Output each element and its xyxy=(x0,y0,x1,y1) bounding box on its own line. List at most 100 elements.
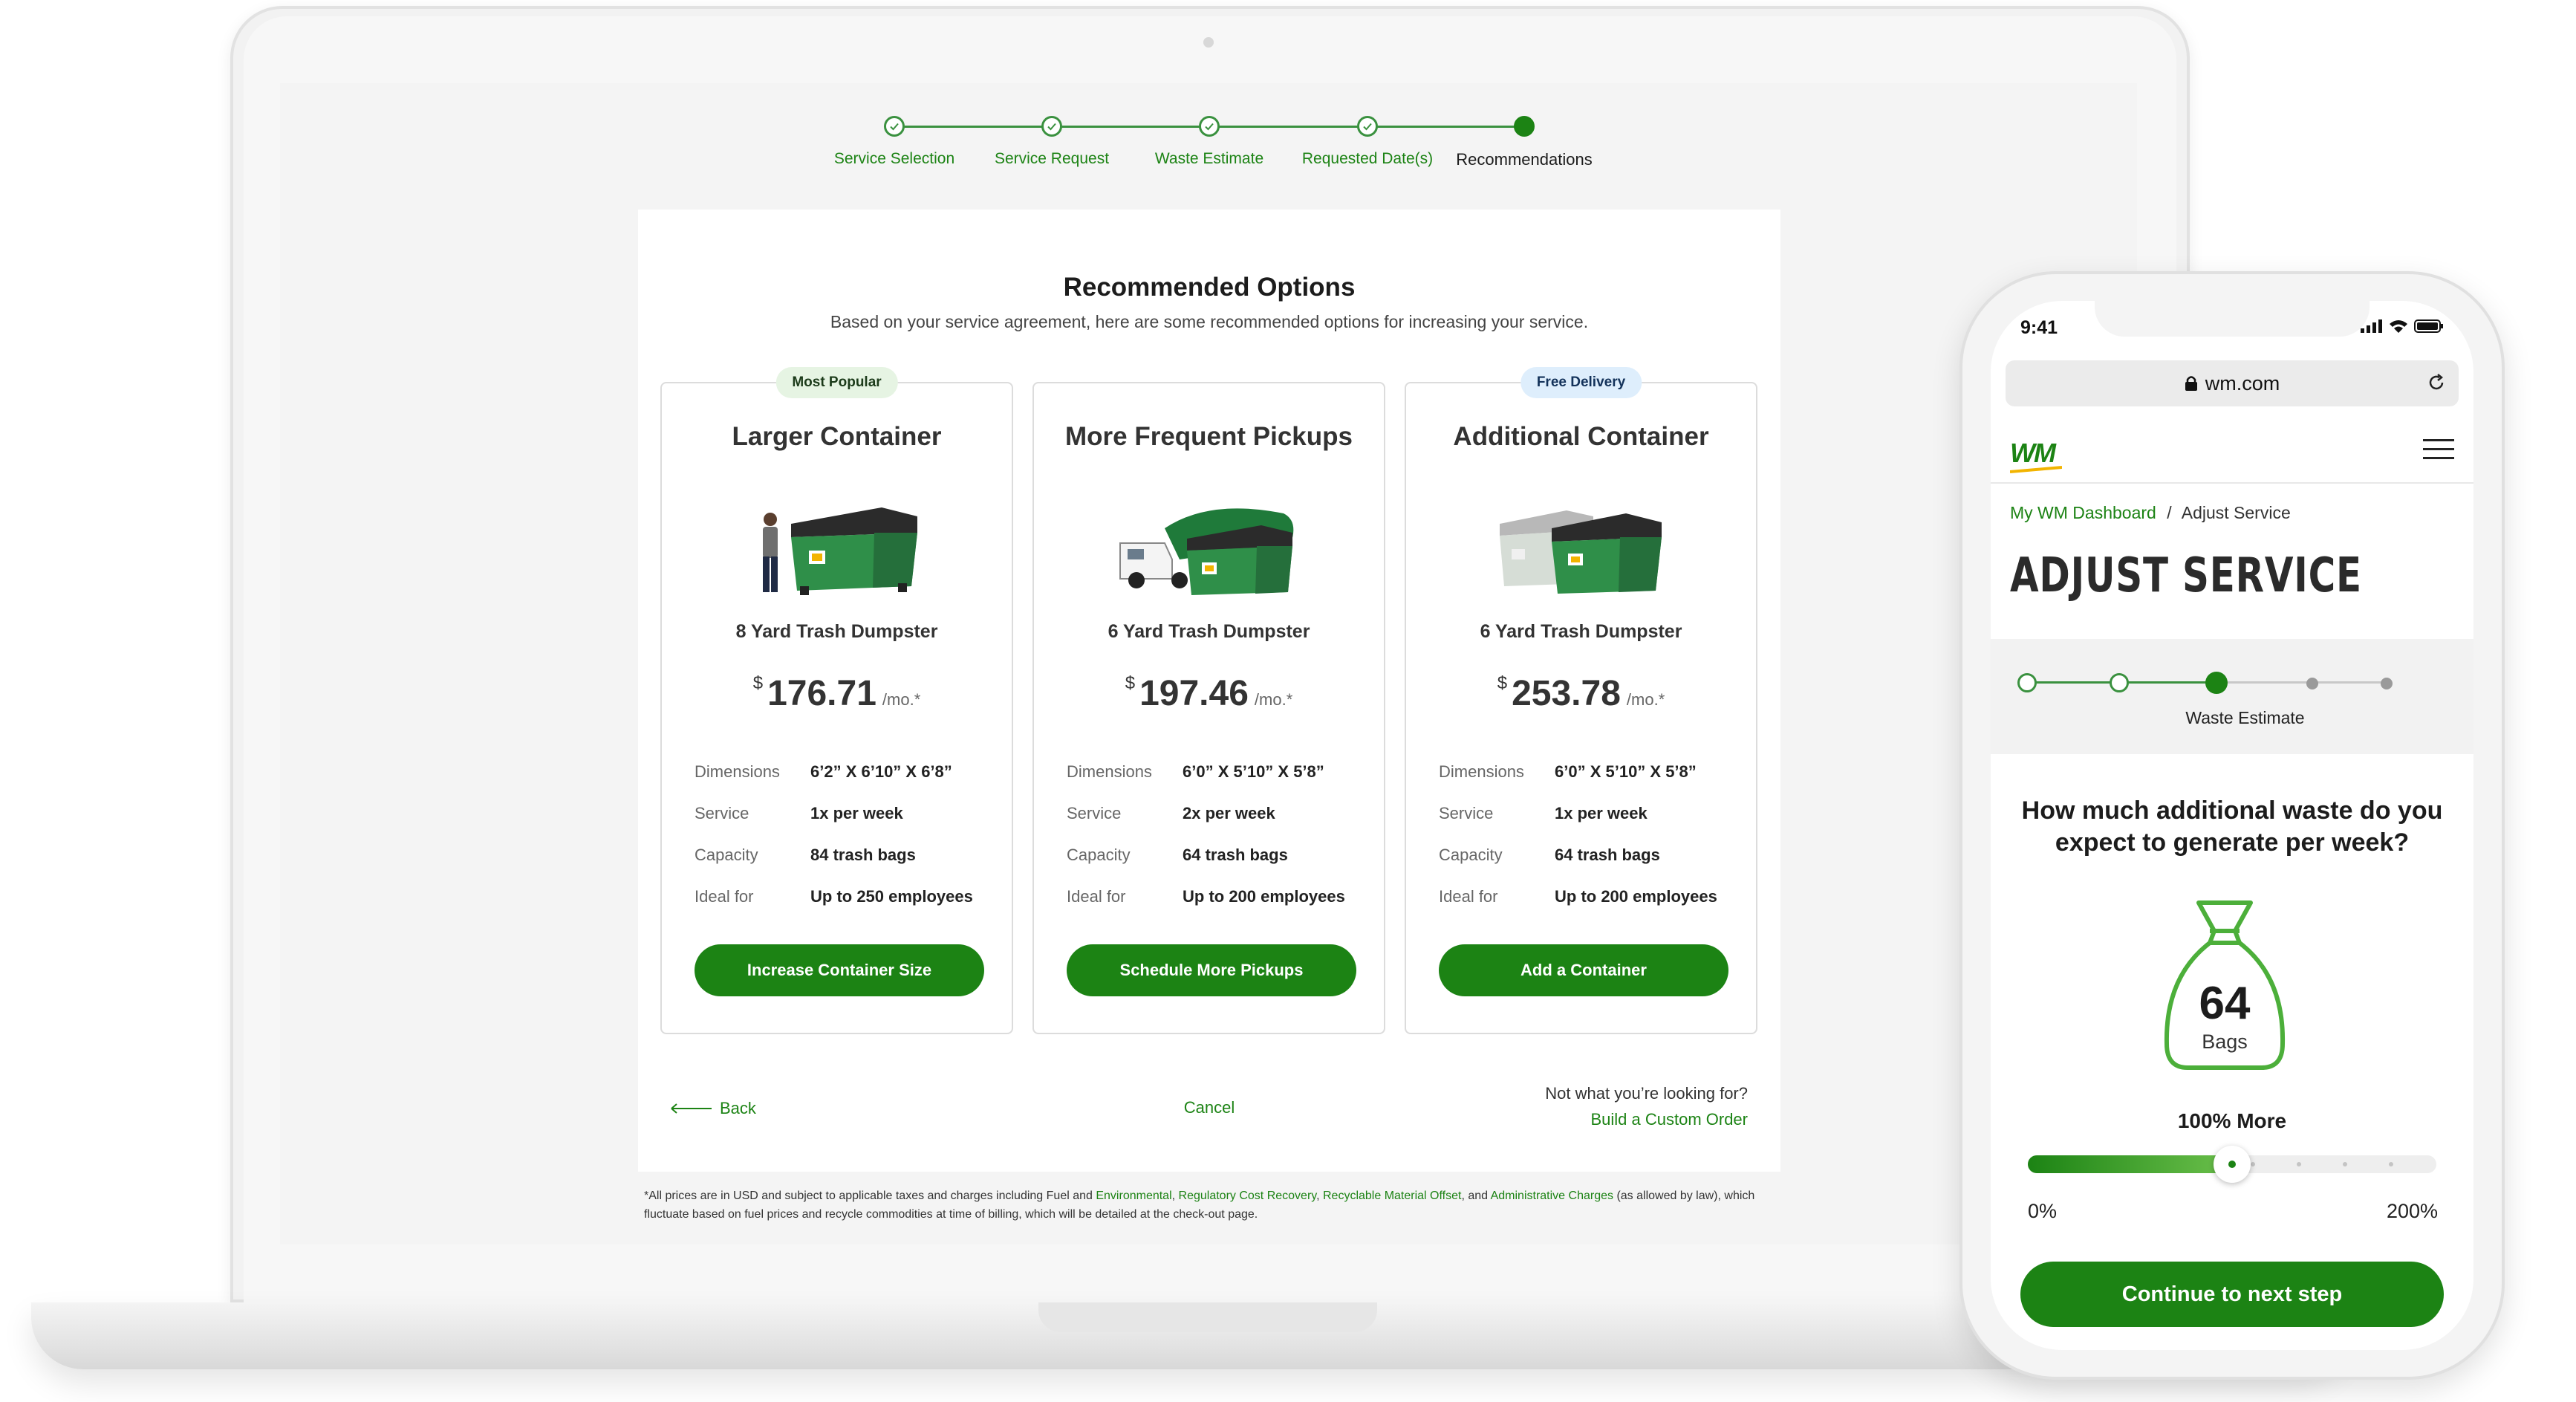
option-title: Larger Container xyxy=(732,422,942,451)
waste-question: How much additional waste do you expect … xyxy=(2021,796,2443,857)
mobile-stepper: Waste Estimate xyxy=(1991,639,2473,754)
spec-row: Dimensions 6’2” X 6’10” X 6’8” xyxy=(695,751,992,793)
dumpster-with-person-icon xyxy=(762,507,917,595)
breadcrumb-dashboard-link[interactable]: My WM Dashboard xyxy=(2010,503,2156,522)
address-bar[interactable]: wm.com xyxy=(2006,360,2459,406)
logo-swoosh-icon xyxy=(2010,466,2062,473)
spec-key: Dimensions xyxy=(1067,762,1152,781)
continue-button[interactable]: Continue to next step xyxy=(2020,1262,2444,1327)
logo-w: W xyxy=(2010,438,2035,468)
breadcrumb: My WM Dashboard / Adjust Service xyxy=(2010,503,2291,523)
spec-value: 84 trash bags xyxy=(810,846,916,864)
laptop-camera xyxy=(1203,37,1214,48)
step-complete-icon xyxy=(884,116,905,137)
spec-table: Dimensions 6’2” X 6’10” X 6’8” Service 1x … xyxy=(695,751,992,918)
spec-row: Service 1x per week xyxy=(695,793,992,834)
price-amount: 176.71 xyxy=(767,674,876,713)
spec-value: 1x per week xyxy=(810,804,903,822)
price-period: /mo.* xyxy=(1626,690,1665,709)
regulatory-cost-recovery-link[interactable]: Regulatory Cost Recovery xyxy=(1179,1190,1317,1202)
pricing-footnote: *All prices are in USD and subject to ap… xyxy=(644,1187,1773,1224)
spec-key: Ideal for xyxy=(1067,887,1126,906)
most-popular-badge: Most Popular xyxy=(775,367,898,398)
step-complete-icon xyxy=(2017,673,2037,692)
step-current-icon xyxy=(1514,116,1535,137)
breadcrumb-current: Adjust Service xyxy=(2181,503,2291,522)
spec-value: 1x per week xyxy=(1555,804,1648,822)
spec-key: Capacity xyxy=(1439,846,1503,864)
spec-value: 6’0” X 5’10” X 5’8” xyxy=(1555,762,1697,781)
spec-key: Capacity xyxy=(695,846,758,864)
spec-value: 6’2” X 6’10” X 6’8” xyxy=(810,762,952,781)
step-complete-icon xyxy=(1199,116,1220,137)
step-complete-icon xyxy=(1357,116,1378,137)
price-period: /mo.* xyxy=(1254,690,1293,709)
desktop-screen: Service Selection Service Request Waste … xyxy=(280,83,2137,1244)
wm-logo[interactable]: WM xyxy=(2010,438,2062,473)
mobile-screen: 9:41 wm.com WM My WM Dashboard / Adjust … xyxy=(1991,301,2473,1350)
price: $197.46/mo.* xyxy=(1034,673,1384,714)
increase-container-size-button[interactable]: Increase Container Size xyxy=(695,944,984,996)
build-custom-order-link[interactable]: Build a Custom Order xyxy=(1590,1110,1748,1129)
battery-icon xyxy=(2414,319,2443,333)
spec-row: Ideal for Up to 250 employees xyxy=(695,876,992,918)
menu-icon[interactable] xyxy=(2423,439,2454,461)
wifi-icon xyxy=(2390,320,2407,333)
slider-tick xyxy=(2389,1162,2393,1166)
recyclable-material-offset-link[interactable]: Recyclable Material Offset xyxy=(1323,1190,1461,1202)
slider-max-label: 200% xyxy=(2386,1200,2438,1222)
slider-tick xyxy=(2251,1162,2255,1166)
slider-min-label: 0% xyxy=(2028,1200,2058,1222)
custom-order-question: Not what you’re looking for? xyxy=(1545,1084,1748,1103)
slider-tick xyxy=(2297,1162,2301,1166)
footnote-text: , xyxy=(1316,1190,1323,1202)
lock-icon xyxy=(2185,376,2197,391)
site-header: WM xyxy=(1991,420,2473,484)
spec-key: Service xyxy=(1067,804,1122,822)
step-complete-icon xyxy=(1041,116,1062,137)
add-a-container-button[interactable]: Add a Container xyxy=(1439,944,1728,996)
reload-icon[interactable] xyxy=(2426,372,2447,393)
free-delivery-badge: Free Delivery xyxy=(1520,367,1642,398)
spec-key: Capacity xyxy=(1067,846,1131,864)
schedule-more-pickups-button[interactable]: Schedule More Pickups xyxy=(1067,944,1356,996)
bag-count: 64 xyxy=(2199,978,2251,1029)
percent-more-label: 100% More xyxy=(2177,1109,2287,1132)
price-currency: $ xyxy=(1497,673,1508,693)
stepper-line-pending xyxy=(2216,681,2387,684)
spec-table: Dimensions 6’0” X 5’10” X 5’8” Service 1x … xyxy=(1439,751,1736,918)
page-subtitle: Based on your service agreement, here ar… xyxy=(830,312,1589,331)
spec-value: Up to 200 employees xyxy=(1183,887,1345,906)
spec-key: Dimensions xyxy=(695,762,780,781)
price-amount: 197.46 xyxy=(1139,674,1249,713)
laptop-notch xyxy=(1038,1302,1377,1332)
status-time: 9:41 xyxy=(2020,317,2058,338)
waste-slider-handle[interactable] xyxy=(2214,1146,2251,1183)
slider-tick xyxy=(2343,1162,2347,1166)
price: $176.71/mo.* xyxy=(662,673,1012,714)
breadcrumb-separator: / xyxy=(2167,503,2172,522)
spec-row: Dimensions 6’0” X 5’10” X 5’8” xyxy=(1067,751,1364,793)
spec-row: Ideal for Up to 200 employees xyxy=(1439,876,1736,918)
administrative-charges-link[interactable]: Administrative Charges xyxy=(1491,1190,1613,1202)
page-heading: ADJUST SERVICE xyxy=(2010,548,2362,603)
price-currency: $ xyxy=(1125,673,1136,693)
spec-key: Ideal for xyxy=(1439,887,1498,906)
price-amount: 253.78 xyxy=(1512,674,1621,713)
spec-row: Capacity 64 trash bags xyxy=(1067,834,1364,876)
two-dumpsters-icon xyxy=(1499,510,1662,594)
spec-row: Service 2x per week xyxy=(1067,793,1364,834)
step-label-recommendations: Recommendations xyxy=(1456,150,1593,169)
footnote-text: , xyxy=(1171,1190,1179,1202)
option-subtitle: 6 Yard Trash Dumpster xyxy=(1108,621,1310,642)
spec-value: 6’0” X 5’10” X 5’8” xyxy=(1183,762,1324,781)
step-complete-icon xyxy=(2110,673,2129,692)
spec-key: Service xyxy=(695,804,749,822)
bag-unit: Bags xyxy=(2202,1031,2248,1053)
environmental-link[interactable]: Environmental xyxy=(1096,1190,1171,1202)
spec-value: Up to 200 employees xyxy=(1555,887,1717,906)
option-card-additional-container: Free Delivery Additional Container 6 Yar… xyxy=(1405,367,1757,1034)
spec-value: 64 trash bags xyxy=(1555,846,1660,864)
spec-key: Dimensions xyxy=(1439,762,1524,781)
dumpster-with-truck-icon xyxy=(1119,508,1293,595)
